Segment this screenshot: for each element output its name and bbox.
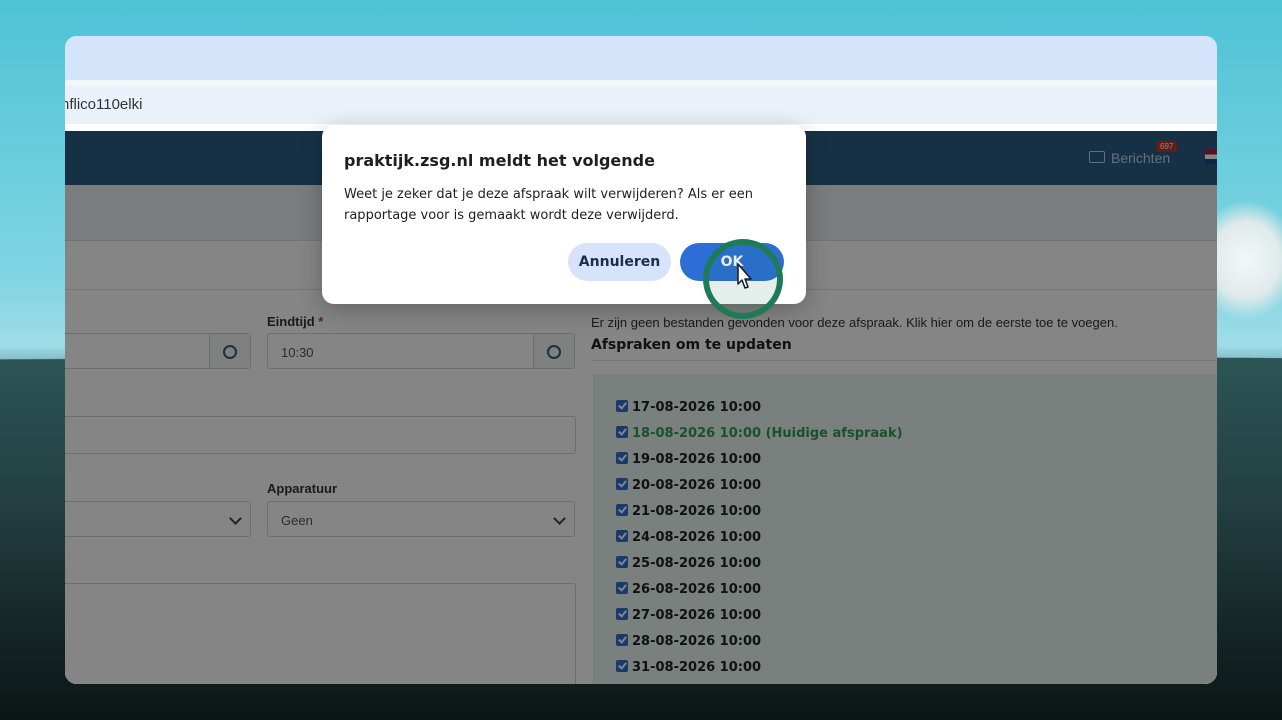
address-bar[interactable]: nflico110elki bbox=[65, 86, 1217, 124]
cancel-button[interactable]: Annuleren bbox=[568, 243, 671, 281]
dialog-title: praktijk.zsg.nl meldt het volgende bbox=[344, 151, 655, 170]
address-bar-text: nflico110elki bbox=[65, 96, 143, 113]
browser-tab-bar bbox=[65, 36, 1217, 80]
dialog-message: Weet je zeker dat je deze afspraak wilt … bbox=[344, 187, 753, 223]
pointer-cursor-icon bbox=[737, 263, 752, 289]
